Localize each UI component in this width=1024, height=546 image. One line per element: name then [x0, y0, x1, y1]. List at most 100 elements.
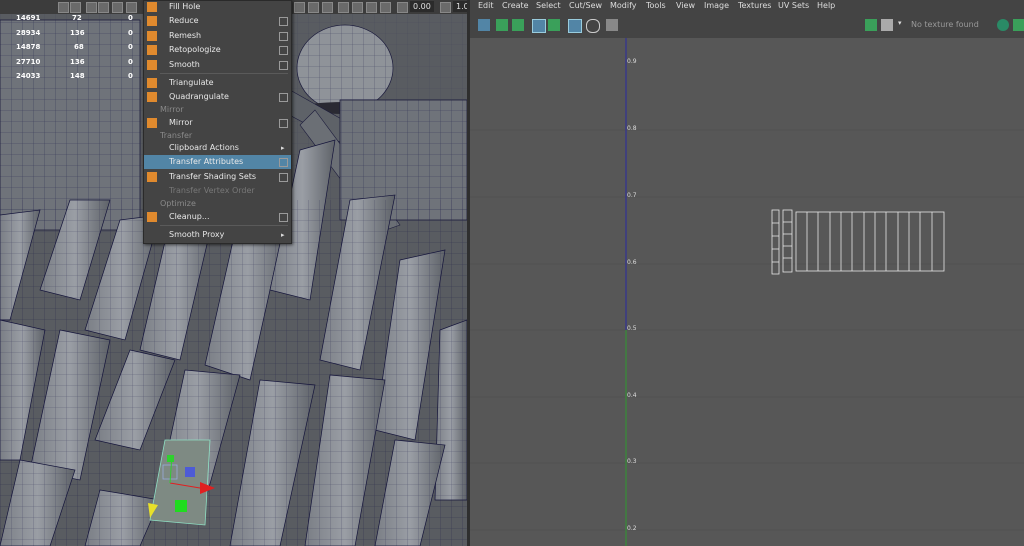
- menu-separator: [160, 73, 288, 74]
- menu-item-label: Remesh: [169, 31, 202, 40]
- option-box[interactable]: [279, 119, 288, 128]
- section-optimize: Optimize: [160, 199, 196, 208]
- stats-row: 14878 68 0: [0, 43, 140, 55]
- remesh-icon: [147, 31, 157, 41]
- uv-tick-label: 0.7: [627, 192, 637, 199]
- uv-sun-icon[interactable]: [586, 19, 600, 33]
- menu-item-retopologize[interactable]: Retopologize: [144, 43, 291, 57]
- menu-image[interactable]: Image: [704, 0, 729, 12]
- uv-globe-icon[interactable]: [997, 19, 1009, 31]
- menu-item-transfer-shading-sets[interactable]: Transfer Shading Sets: [144, 170, 291, 184]
- menu-item-triangulate[interactable]: Triangulate: [144, 76, 291, 90]
- menu-item-cleanup[interactable]: Cleanup...: [144, 210, 291, 224]
- textured-icon[interactable]: [98, 2, 109, 13]
- 3d-viewport[interactable]: 0.00 1.0 14691 72 0 28934 136 0 14878 68…: [0, 0, 467, 546]
- stats-value: 27710: [16, 58, 41, 66]
- uv-shells[interactable]: [771, 209, 945, 275]
- quadrangulate-icon: [147, 92, 157, 102]
- menu-item-transfer-attributes[interactable]: Transfer Attributes: [144, 155, 291, 169]
- stats-value: 0: [128, 14, 133, 22]
- option-box[interactable]: [279, 158, 288, 167]
- uv-canvas[interactable]: 0.9 0.8 0.7 0.6 0.5 0.4 0.3 0.2: [470, 38, 1024, 546]
- menu-textures[interactable]: Textures: [738, 0, 771, 12]
- submenu-arrow-icon: ▸: [281, 231, 285, 239]
- exposure-field[interactable]: 0.00: [410, 1, 434, 12]
- stats-value: 0: [128, 72, 133, 80]
- menu-tools[interactable]: Tools: [646, 0, 666, 12]
- exposure-icon[interactable]: [397, 2, 408, 13]
- menu-item-label: Smooth Proxy: [169, 230, 225, 239]
- isolate-icon[interactable]: [308, 2, 319, 13]
- menu-item-remesh[interactable]: Remesh: [144, 29, 291, 43]
- menu-item-mirror[interactable]: Mirror: [144, 116, 291, 130]
- uv-checker-icon[interactable]: [512, 19, 524, 31]
- uv-extra-icon[interactable]: [1013, 19, 1024, 31]
- menu-select[interactable]: Select: [536, 0, 561, 12]
- menu-edit[interactable]: Edit: [478, 0, 494, 12]
- antialias-icon[interactable]: [380, 2, 391, 13]
- gamma-field[interactable]: 1.0: [453, 1, 467, 12]
- uv-tick-label: 0.4: [627, 392, 637, 399]
- section-mirror: Mirror: [160, 105, 184, 114]
- menu-item-label: Transfer Vertex Order: [169, 186, 255, 195]
- option-box[interactable]: [279, 32, 288, 41]
- xray-icon[interactable]: [294, 2, 305, 13]
- menu-create[interactable]: Create: [502, 0, 529, 12]
- option-box[interactable]: [279, 17, 288, 26]
- stats-value: 148: [70, 72, 85, 80]
- wireframe-icon[interactable]: [70, 2, 81, 13]
- section-transfer: Transfer: [160, 131, 193, 140]
- menu-uv-sets[interactable]: UV Sets: [778, 0, 809, 12]
- menu-modify[interactable]: Modify: [610, 0, 637, 12]
- uv-grid[interactable]: [470, 38, 1024, 546]
- uv-editor: Edit Create Select Cut/Sew Modify Tools …: [470, 0, 1024, 546]
- gamma-icon[interactable]: [440, 2, 451, 13]
- menu-item-label: Fill Hole: [169, 2, 201, 11]
- stats-value: 0: [128, 43, 133, 51]
- stats-value: 0: [128, 58, 133, 66]
- stats-row: 28934 136 0: [0, 29, 140, 41]
- uv-image-icon[interactable]: [865, 19, 877, 31]
- transfer-shading-icon: [147, 172, 157, 182]
- menu-cut-sew[interactable]: Cut/Sew: [569, 0, 602, 12]
- depth-icon[interactable]: [338, 2, 349, 13]
- option-box[interactable]: [279, 213, 288, 222]
- menu-item-fill-hole[interactable]: Fill Hole: [144, 0, 291, 14]
- option-box[interactable]: [279, 93, 288, 102]
- menu-view[interactable]: View: [676, 0, 695, 12]
- smooth-shade-icon[interactable]: [86, 2, 97, 13]
- menu-help[interactable]: Help: [817, 0, 835, 12]
- menu-item-smooth-proxy[interactable]: Smooth Proxy ▸: [144, 228, 291, 242]
- option-box[interactable]: [279, 173, 288, 182]
- menu-item-reduce[interactable]: Reduce: [144, 14, 291, 28]
- option-box[interactable]: [279, 61, 288, 70]
- uv-tick-label: 0.3: [627, 458, 637, 465]
- grid-toggle-icon[interactable]: [58, 2, 69, 13]
- reduce-icon: [147, 16, 157, 26]
- uv-snap-icon[interactable]: [548, 19, 560, 31]
- uv-camera-icon[interactable]: [606, 19, 618, 31]
- texture-status: No texture found: [911, 20, 979, 29]
- chevron-down-icon[interactable]: ▾: [898, 19, 902, 27]
- menu-item-quadrangulate[interactable]: Quadrangulate: [144, 90, 291, 104]
- uv-border-icon[interactable]: [568, 19, 582, 33]
- shadows-icon[interactable]: [126, 2, 137, 13]
- cleanup-icon: [147, 212, 157, 222]
- option-box[interactable]: [279, 46, 288, 55]
- ambient-occlusion-icon[interactable]: [352, 2, 363, 13]
- uv-menubar: Edit Create Select Cut/Sew Modify Tools …: [470, 0, 1024, 12]
- mesh-context-menu: Fill Hole Reduce Remesh Retopologize Smo…: [143, 0, 292, 244]
- uv-grid-icon[interactable]: [532, 19, 546, 33]
- camera-icon[interactable]: [322, 2, 333, 13]
- motion-blur-icon[interactable]: [366, 2, 377, 13]
- menu-item-smooth[interactable]: Smooth: [144, 58, 291, 72]
- uv-distortion-icon[interactable]: [496, 19, 508, 31]
- stats-value: 72: [72, 14, 82, 22]
- menu-item-clipboard-actions[interactable]: Clipboard Actions ▸: [144, 141, 291, 155]
- lighting-icon[interactable]: [112, 2, 123, 13]
- uv-checker-pattern-icon[interactable]: [881, 19, 893, 31]
- uv-shell-icon[interactable]: [478, 19, 490, 31]
- stats-value: 68: [74, 43, 84, 51]
- menu-item-label: Quadrangulate: [169, 92, 229, 101]
- menu-item-label: Mirror: [169, 118, 193, 127]
